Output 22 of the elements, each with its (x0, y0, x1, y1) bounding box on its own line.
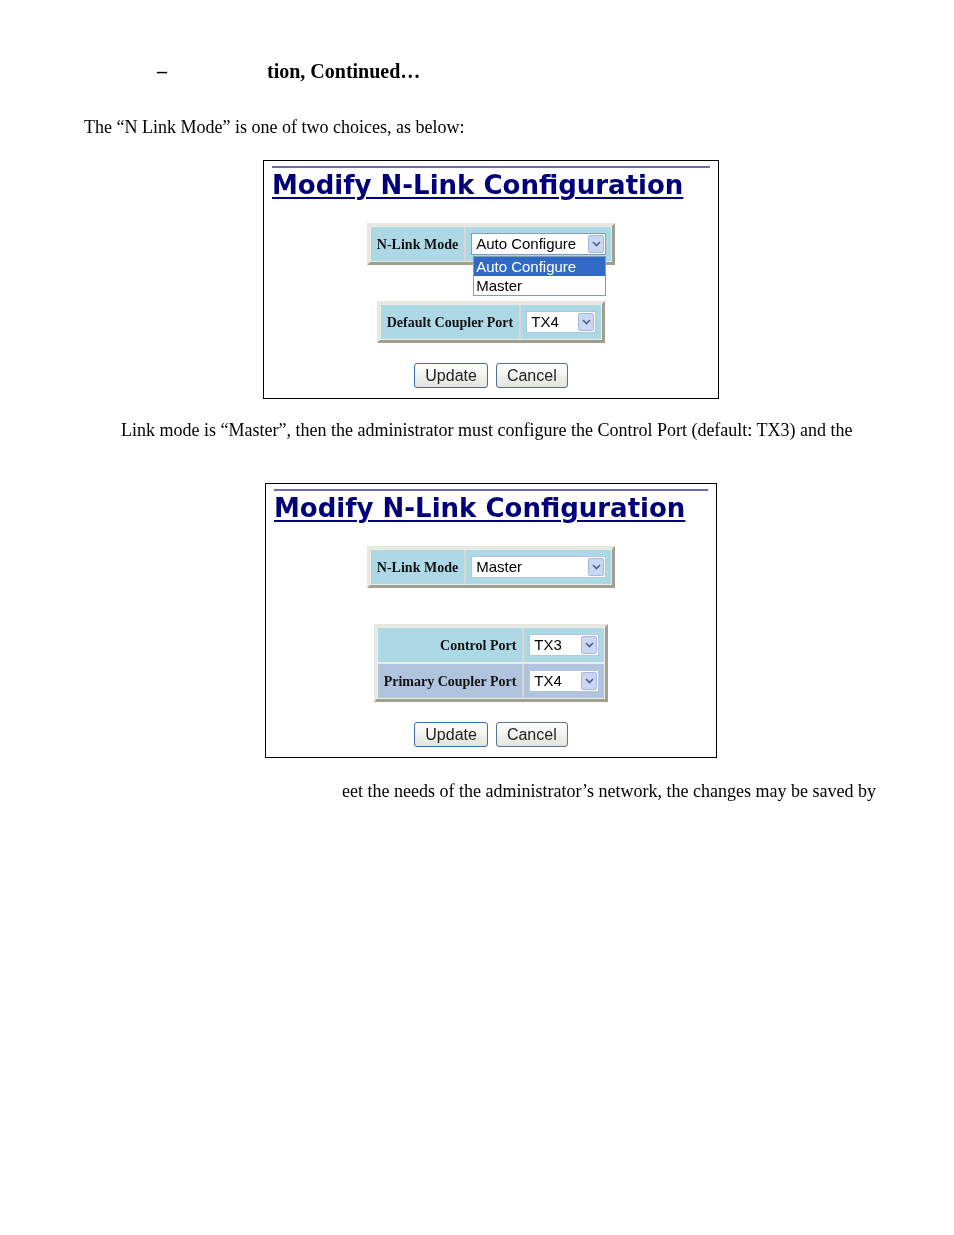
body-paragraph: Link mode is “Master”, then the administrator must configure the Control Port (default: TX3) and the (121, 419, 854, 441)
body-paragraph: eet the needs of the administrator’s network, the changes may be saved by (342, 780, 877, 802)
heading-dash: – (157, 59, 167, 84)
page-title: Modify N-Link Configuration (272, 169, 684, 201)
form-button[interactable]: Update (414, 722, 488, 747)
field-label: Primary Coupler Port (377, 664, 525, 698)
page-title: Modify N-Link Configuration (274, 492, 686, 524)
form-button[interactable]: Update (414, 363, 488, 388)
field-label: Default Coupler Port (380, 305, 522, 339)
dropdown-select[interactable]: TX4 (529, 670, 600, 692)
field-label: N-Link Mode (370, 550, 467, 584)
dropdown-select[interactable]: Auto Configure (471, 233, 607, 255)
form-button[interactable]: Cancel (495, 363, 568, 388)
dropdown-select[interactable]: TX4 (526, 311, 597, 333)
section-heading: tion, Continued… (267, 59, 421, 84)
dropdown-option[interactable]: Auto Configure (474, 257, 606, 276)
body-paragraph: The “N Link Mode” is one of two choices, as below: (84, 116, 466, 138)
field-label: Control Port (377, 628, 525, 662)
field-label: N-Link Mode (370, 227, 467, 261)
form-button[interactable]: Cancel (495, 722, 568, 747)
dropdown-select[interactable]: TX3 (529, 634, 600, 656)
dropdown-select[interactable]: Master (471, 556, 607, 578)
